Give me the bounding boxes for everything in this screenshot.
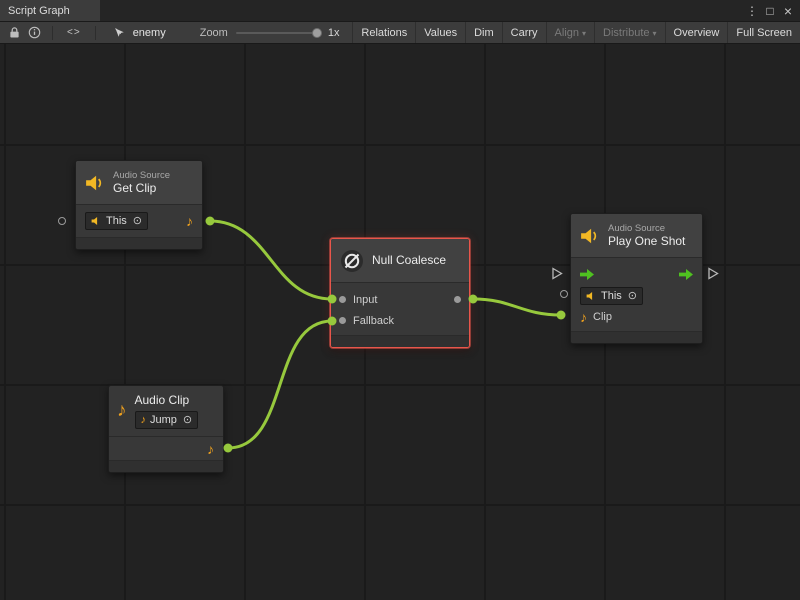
- wire-result-to-clip[interactable]: [473, 299, 561, 315]
- wire-endpoint[interactable]: [557, 311, 566, 320]
- node-header: Audio Source Play One Shot: [571, 214, 702, 258]
- control-exit-port[interactable]: [707, 267, 719, 285]
- clip-output-port[interactable]: ♪: [186, 214, 193, 228]
- node-title: Get Clip: [113, 182, 170, 195]
- close-icon[interactable]: ×: [780, 3, 796, 19]
- chevron-down-icon: ▾: [653, 29, 657, 38]
- node-header: Audio Source Get Clip: [76, 161, 202, 205]
- wire-audioclip-to-fallback[interactable]: [228, 321, 332, 448]
- tab-script-graph[interactable]: Script Graph: [0, 0, 100, 21]
- node-category: Audio Source: [608, 223, 685, 234]
- result-output-port[interactable]: [454, 296, 461, 303]
- output-row: ♪: [109, 436, 223, 460]
- audio-source-icon: [85, 174, 105, 192]
- object-picker-icon[interactable]: ⊙: [133, 214, 142, 228]
- window-menu-icon[interactable]: ⋮: [744, 4, 760, 18]
- tab-bar: Script Graph ⋮ □ ×: [0, 0, 800, 22]
- target-row: This ⊙ ♪: [76, 205, 202, 237]
- note-icon: ♪: [141, 413, 147, 427]
- play-one-shot-target-input-port[interactable]: [560, 290, 568, 298]
- this-object-field[interactable]: This ⊙: [580, 287, 643, 305]
- note-icon: ♪: [580, 310, 587, 324]
- speaker-icon: [91, 216, 102, 226]
- node-title: Audio Clip: [135, 394, 199, 407]
- tab-bar-spacer: [100, 0, 744, 21]
- graph-toolbar: <> enemy Zoom 1x Relations Values Dim Ca…: [0, 22, 800, 44]
- graph-breadcrumb[interactable]: enemy: [133, 27, 166, 39]
- relations-button[interactable]: Relations: [352, 22, 415, 43]
- object-picker-icon[interactable]: ⊙: [628, 289, 637, 303]
- distribute-button: Distribute▾: [594, 22, 664, 43]
- get-clip-target-input-port[interactable]: [58, 217, 66, 225]
- graph-canvas[interactable]: Audio Source Get Clip This ⊙ ♪ ♪ Audio C…: [0, 44, 800, 600]
- control-input-arrow-icon[interactable]: [580, 269, 594, 280]
- node-category: Audio Source: [113, 170, 170, 181]
- zoom-slider[interactable]: [236, 32, 318, 34]
- target-row: This ⊙: [571, 285, 702, 306]
- control-output-arrow-icon[interactable]: [679, 269, 693, 280]
- clip-output-port[interactable]: ♪: [207, 442, 214, 456]
- lock-icon[interactable]: [4, 23, 24, 43]
- carry-button[interactable]: Carry: [502, 22, 546, 43]
- chevron-down-icon: ▾: [582, 29, 586, 38]
- dim-button[interactable]: Dim: [465, 22, 502, 43]
- jump-object-field[interactable]: ♪ Jump ⊙: [135, 411, 199, 429]
- code-icon[interactable]: <>: [67, 27, 81, 38]
- node-footer: [331, 335, 469, 347]
- zoom-slider-knob[interactable]: [312, 28, 322, 38]
- input-row: Input: [331, 289, 469, 310]
- window-controls: ⋮ □ ×: [744, 0, 800, 21]
- toolbar-separator: [95, 26, 96, 40]
- wire-endpoint[interactable]: [206, 217, 215, 226]
- port-rows: Input Fallback: [331, 283, 469, 335]
- control-flow-row: [571, 264, 702, 285]
- object-picker-icon[interactable]: ⊙: [183, 413, 192, 427]
- fallback-port[interactable]: [339, 317, 346, 324]
- node-footer: [109, 460, 223, 472]
- wire-getclip-to-input[interactable]: [210, 221, 332, 299]
- input-port[interactable]: [339, 296, 346, 303]
- node-get-clip[interactable]: Audio Source Get Clip This ⊙ ♪: [75, 160, 203, 250]
- speaker-icon: [586, 291, 597, 301]
- fullscreen-button[interactable]: Full Screen: [727, 22, 800, 43]
- tab-title: Script Graph: [8, 5, 70, 17]
- toolbar-button-group: Relations Values Dim Carry Align▾ Distri…: [352, 22, 800, 43]
- zoom-value: 1x: [328, 27, 340, 39]
- graph-pointer-icon: [110, 23, 130, 43]
- node-footer: [571, 331, 702, 343]
- node-header: ♪ Audio Clip ♪ Jump ⊙: [109, 386, 223, 436]
- script-graph-window: Script Graph ⋮ □ × <> enemy Zoom 1x Rela…: [0, 0, 800, 600]
- control-enter-port[interactable]: [551, 267, 563, 285]
- node-title: Null Coalesce: [372, 254, 446, 267]
- node-null-coalesce[interactable]: Null Coalesce Input Fallback: [330, 238, 470, 348]
- audio-source-icon: [580, 227, 600, 245]
- null-coalesce-icon: [340, 249, 364, 273]
- zoom-label: Zoom: [200, 27, 228, 39]
- node-play-one-shot[interactable]: Audio Source Play One Shot This: [570, 213, 703, 344]
- port-rows: This ⊙ ♪ Clip: [571, 258, 702, 331]
- clip-row: ♪ Clip: [571, 306, 702, 327]
- values-button[interactable]: Values: [415, 22, 465, 43]
- align-button: Align▾: [546, 22, 594, 43]
- maximize-icon[interactable]: □: [762, 4, 778, 18]
- wire-endpoint[interactable]: [224, 444, 233, 453]
- node-audio-clip[interactable]: ♪ Audio Clip ♪ Jump ⊙ ♪: [108, 385, 224, 473]
- toolbar-separator: [52, 26, 53, 40]
- fallback-row: Fallback: [331, 310, 469, 331]
- overview-button[interactable]: Overview: [665, 22, 728, 43]
- audio-clip-icon: ♪: [117, 404, 127, 418]
- node-title: Play One Shot: [608, 235, 685, 248]
- node-footer: [76, 237, 202, 249]
- this-object-field[interactable]: This ⊙: [85, 212, 148, 230]
- node-header: Null Coalesce: [331, 239, 469, 283]
- info-icon[interactable]: [24, 23, 44, 43]
